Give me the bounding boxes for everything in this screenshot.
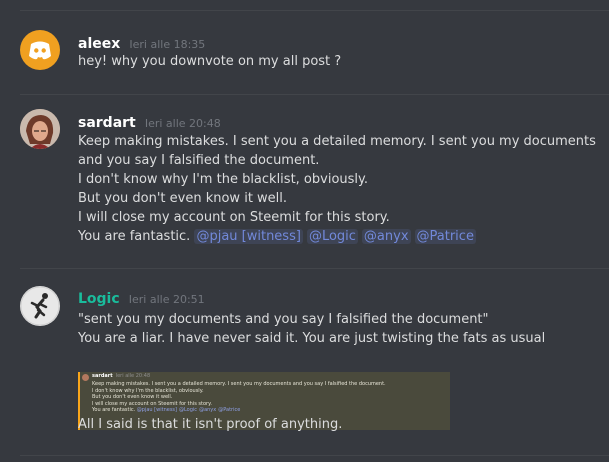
message-line: I will close my account on Steemit for t… (78, 210, 390, 225)
embed-timestamp: Ieri alle 20:48 (115, 373, 151, 379)
message-content: All I said is that it isn't proof of any… (78, 415, 599, 434)
embed-line: But you don't even know it well. (92, 394, 173, 401)
message-line: Keep making mistakes. I sent you a detai… (78, 134, 596, 149)
message-divider (20, 94, 609, 95)
message-divider (20, 10, 609, 11)
embed-mention: @pjau [witness] (136, 407, 177, 414)
message-header: sardart Ieri alle 20:48 (78, 112, 221, 131)
message-line: You are fantastic. @pjau [witness] @Logic… (78, 227, 599, 246)
embed-mention: @anyx (199, 407, 217, 414)
message-line: All I said is that it isn't proof of any… (78, 417, 343, 432)
message-header: aleex Ieri alle 18:35 (78, 33, 205, 52)
embed-mention: @Patrice (218, 407, 241, 414)
avatar-sardart[interactable] (20, 109, 60, 149)
message-line: You are a liar. I have never said it. Yo… (78, 331, 546, 346)
embed-avatar (82, 374, 89, 381)
embed-text: Keep making mistakes. I sent you a detai… (92, 381, 386, 414)
avatar-aleex[interactable] (20, 30, 60, 70)
message-line: "sent you my documents and you say I fal… (78, 312, 489, 327)
mention-pjau[interactable]: @pjau [witness] (194, 229, 303, 244)
message-content: Keep making mistakes. I sent you a detai… (78, 132, 599, 246)
timestamp: Ieri alle 20:51 (128, 293, 205, 306)
mention-logic[interactable]: @Logic (306, 229, 358, 244)
embed-text-fragment: You are fantastic. (92, 407, 136, 414)
embed-line: Keep making mistakes. I sent you a detai… (92, 381, 386, 387)
message-divider (20, 455, 609, 456)
embed-line: I will close my account on Steemit for t… (92, 400, 212, 407)
username[interactable]: Logic (78, 291, 120, 307)
timestamp: Ieri alle 20:48 (144, 117, 221, 130)
embed-line: You are fantastic. @pjau [witness] @Logic… (92, 407, 386, 414)
discord-logo-icon (29, 41, 51, 60)
mention-anyx[interactable]: @anyx (361, 229, 411, 244)
embed-username: sardart (92, 373, 113, 379)
message-content: "sent you my documents and you say I fal… (78, 310, 599, 348)
message-line: But you don't even know it well. (78, 191, 288, 206)
message-divider (20, 268, 609, 269)
embed-mention: @Logic (178, 407, 198, 414)
message-header: Logic Ieri alle 20:51 (78, 288, 205, 307)
running-figure-icon (20, 286, 60, 326)
message-content: hey! why you downvote on my all post ? (78, 52, 599, 71)
embed-line: I don't know why I'm the blacklist, obvi… (92, 387, 204, 394)
mention-patrice[interactable]: @Patrice (414, 229, 476, 244)
username[interactable]: sardart (78, 115, 136, 131)
user-photo (20, 109, 60, 149)
embed-header: sardart Ieri alle 20:48 (92, 373, 150, 379)
message-line: hey! why you downvote on my all post ? (78, 54, 342, 69)
message-text: You are fantastic. (78, 229, 191, 244)
message-line: I don't know why I'm the blacklist, obvi… (78, 172, 368, 187)
message-line: and you say I falsified the document. (78, 153, 320, 168)
avatar-logic[interactable] (20, 286, 60, 326)
username[interactable]: aleex (78, 36, 120, 52)
timestamp: Ieri alle 18:35 (129, 38, 206, 51)
